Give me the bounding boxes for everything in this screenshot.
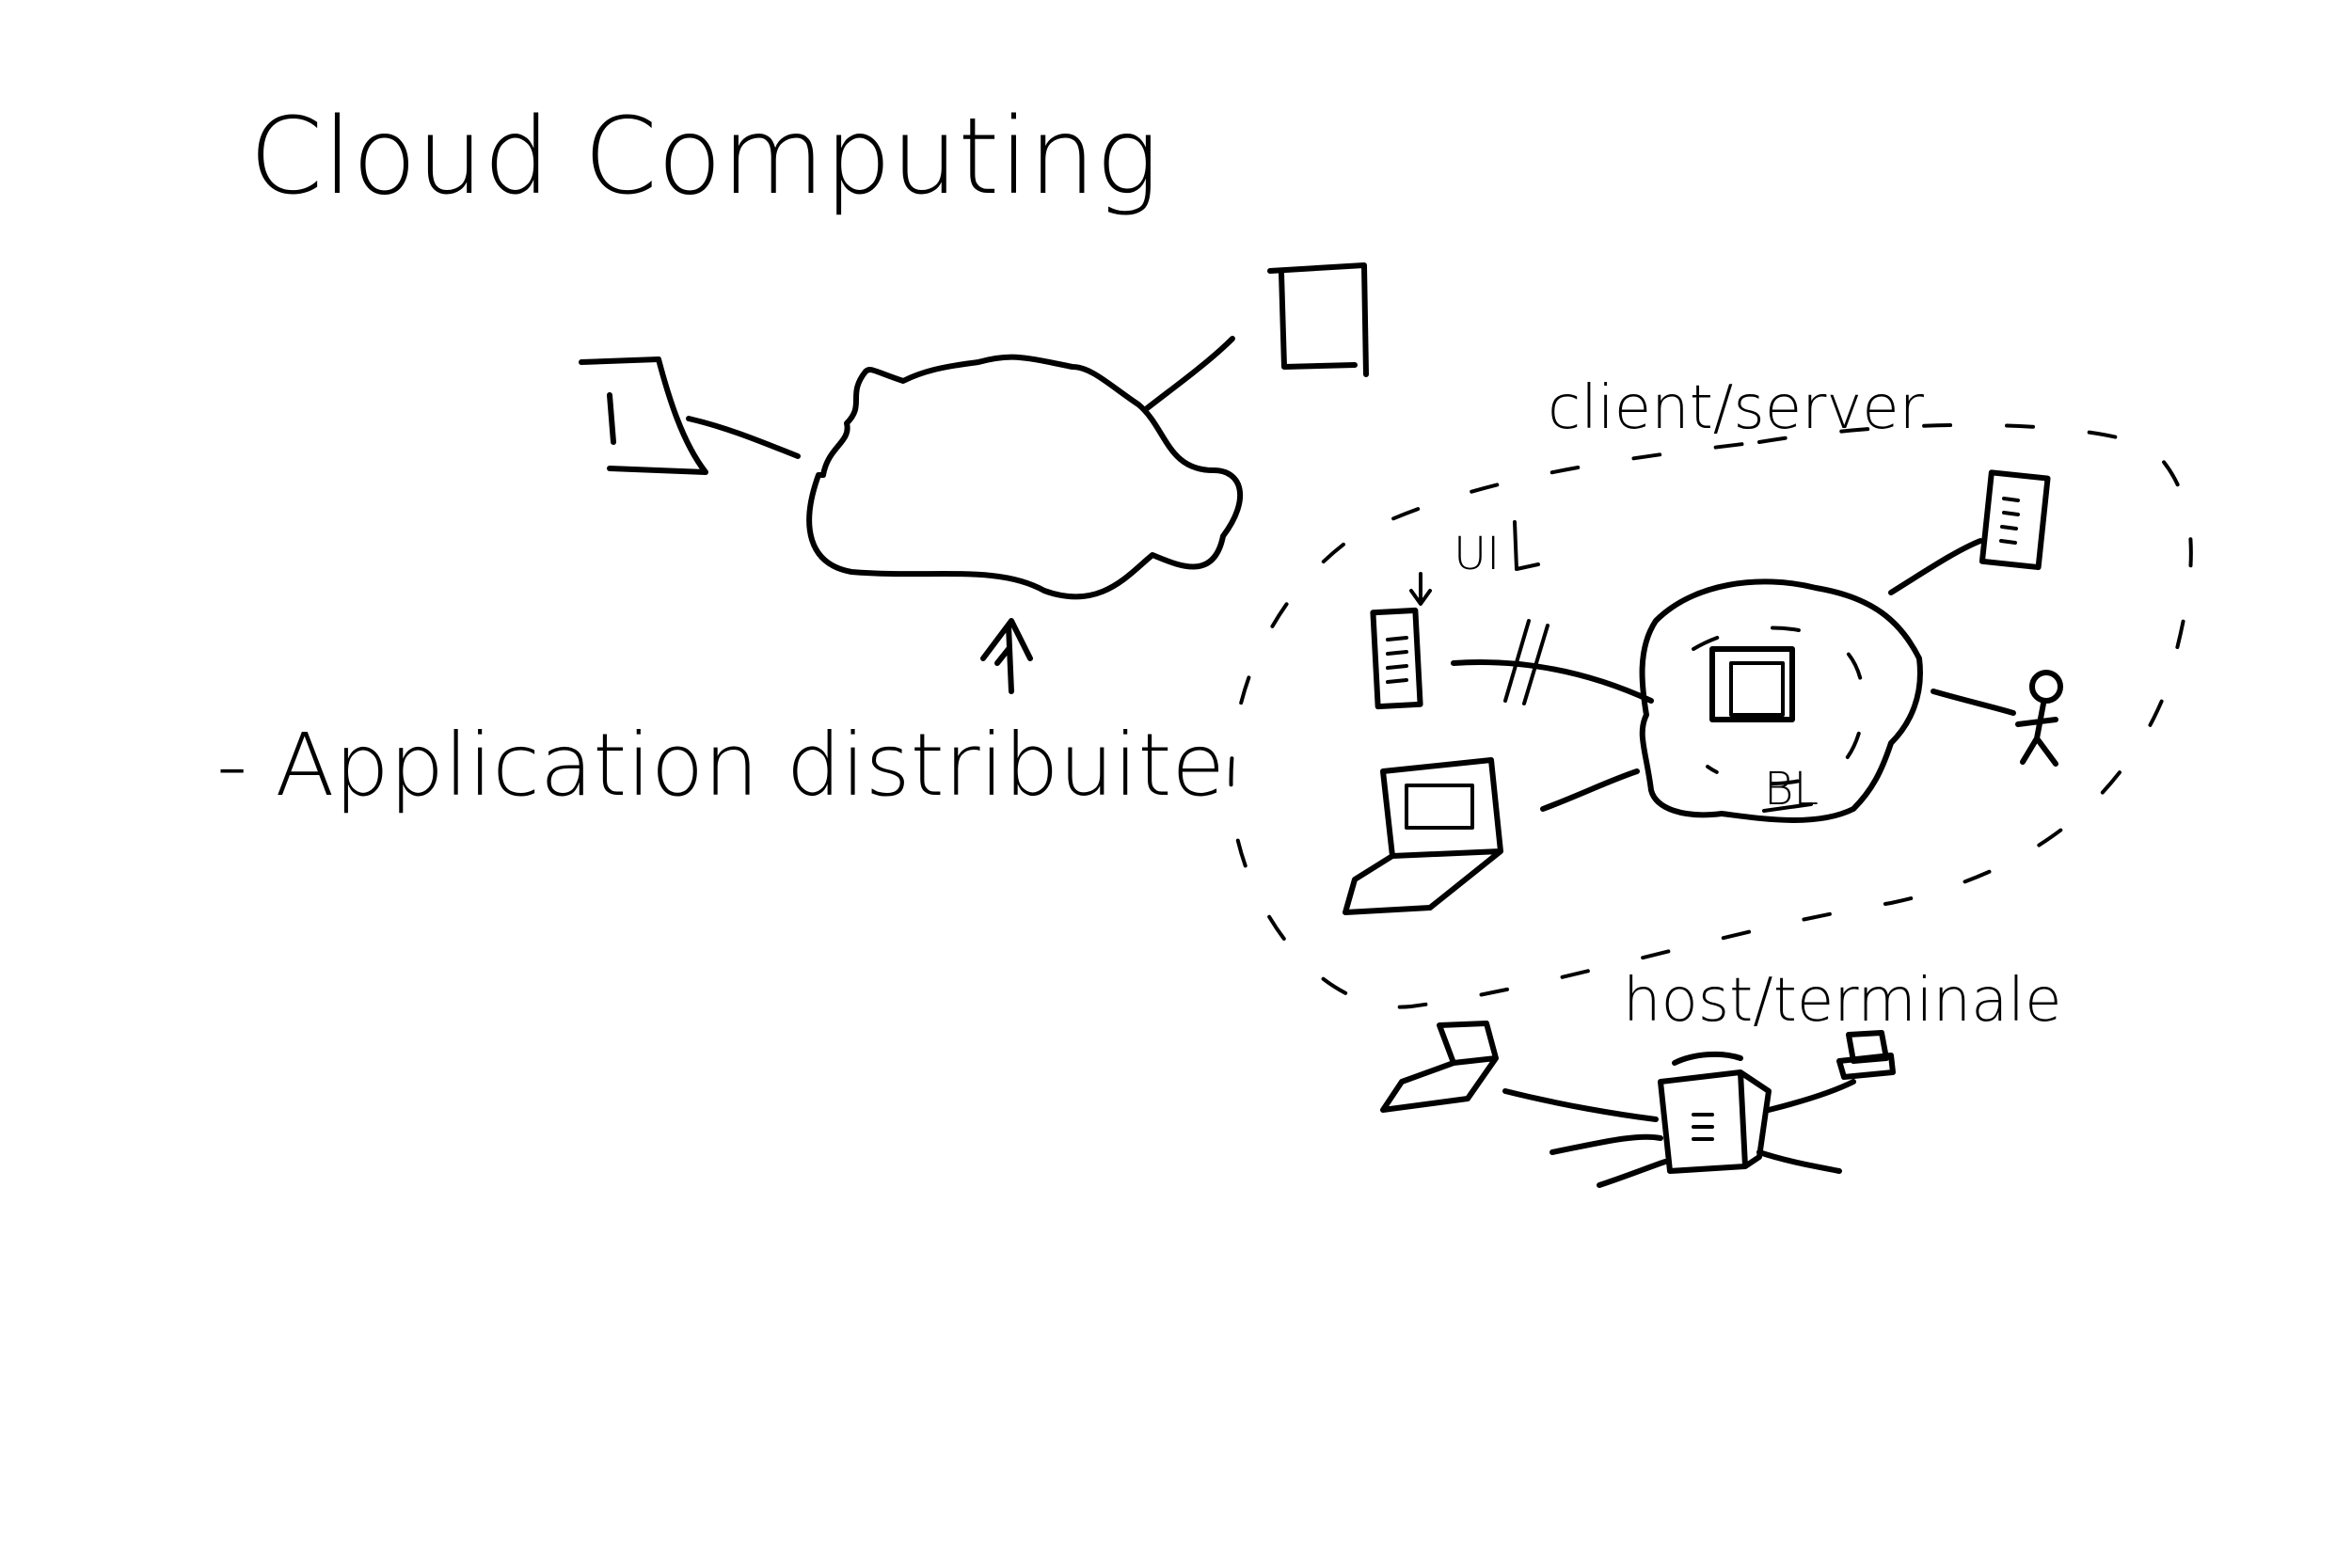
terminal-icon [1380, 1021, 1499, 1113]
host-link-left [1502, 1088, 1659, 1122]
right-phone-icon [1979, 469, 2051, 571]
mainframe-icon [1658, 1069, 1772, 1174]
host-link-right [1766, 1079, 1856, 1113]
right-phone-lines [1999, 497, 2020, 545]
laptop-screen [1405, 784, 1474, 830]
tablet-icon [1267, 262, 1369, 377]
right-phone-link [1888, 538, 1983, 595]
cloud-left-link [686, 416, 801, 459]
server-inner-box [1729, 661, 1785, 717]
host-link-top [1672, 1051, 1743, 1066]
whiteboard-canvas: Cloud Computing - Application distribuit… [216, 96, 2193, 1188]
mainframe-slots [1692, 1113, 1714, 1141]
label-host-terminal: host/terminale [1623, 966, 2061, 1036]
ui-arrow [1513, 520, 1540, 571]
note-text: - Application distribuite [216, 715, 1225, 816]
phone-device-lines [1386, 636, 1408, 684]
phone-arrow-icon [1409, 572, 1432, 606]
cloud-icon [806, 354, 1243, 600]
host-link-bottom-left2 [1597, 1159, 1668, 1188]
host-link-bottom-right [1756, 1149, 1842, 1174]
host-link-bottom-left [1549, 1133, 1663, 1155]
person-link [1931, 689, 2016, 716]
person-body [2015, 701, 2058, 767]
phone-screen-mark [607, 392, 616, 445]
cloud-right-link [1143, 336, 1235, 412]
phone-device-icon [1370, 607, 1423, 710]
server-icon [1709, 646, 1795, 722]
label-ui: UI [1454, 528, 1500, 580]
label-client-server: client/server [1548, 373, 1925, 443]
person-icon [2029, 670, 2063, 704]
terminal-right-icon [1836, 1030, 1896, 1080]
up-arrow-icon [980, 618, 1033, 694]
laptop-to-server-link [1540, 768, 1640, 812]
phone-icon [579, 356, 708, 475]
page-title: Cloud Computing [249, 96, 1159, 218]
phone-to-server-link [1451, 659, 1654, 704]
laptop-icon [1343, 757, 1503, 915]
